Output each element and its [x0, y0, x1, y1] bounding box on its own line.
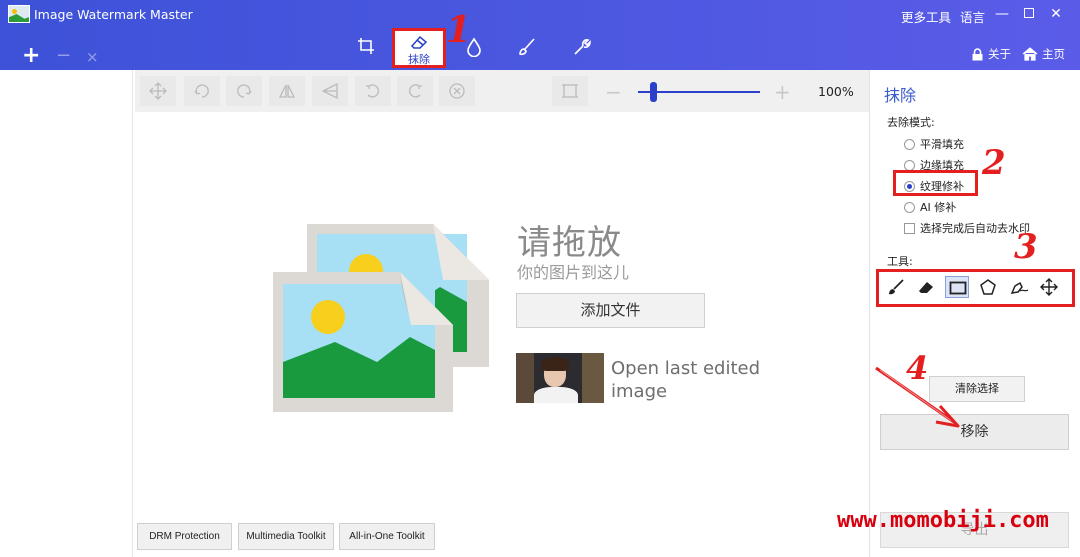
brush-icon: [519, 38, 535, 56]
toolbar-rotate-left-button[interactable]: [184, 76, 220, 106]
crop-icon: [358, 38, 374, 54]
mode-erase[interactable]: 抹除: [392, 28, 446, 68]
about-link[interactable]: 关于: [971, 46, 1011, 62]
lock-icon: [972, 48, 983, 61]
tool-move[interactable]: [1037, 276, 1061, 298]
checkbox-box: [904, 223, 915, 234]
tools-label: 工具:: [887, 255, 913, 268]
radio-dot: [904, 139, 915, 150]
all-in-one-toolkit-button[interactable]: All-in-One Toolkit: [339, 523, 435, 550]
annotation-number-3: 3: [1014, 227, 1038, 267]
toolbar-rotate-right-button[interactable]: [226, 76, 262, 106]
zoom-value: 100%: [818, 84, 854, 99]
remove-mode-label: 去除模式:: [887, 116, 935, 129]
redo-icon: [408, 84, 422, 98]
brush-icon: [889, 279, 904, 295]
home-icon: [1022, 47, 1038, 61]
open-last-edited-link[interactable]: Open last edited image: [611, 357, 761, 403]
cancel-icon: [449, 83, 465, 99]
mode-brush[interactable]: [506, 32, 546, 66]
multimedia-toolkit-button[interactable]: Multimedia Toolkit: [238, 523, 334, 550]
close-button[interactable]: ✕: [1044, 3, 1068, 25]
app-logo-icon: [8, 5, 30, 23]
language-menu[interactable]: 语言: [960, 7, 985, 26]
remove-image-button[interactable]: −: [56, 45, 71, 66]
zoom-out-button[interactable]: −: [605, 80, 622, 104]
toolbar-flip-vertical-button[interactable]: [312, 76, 348, 106]
tool-brush[interactable]: [884, 276, 908, 298]
app-window: Image Watermark Master 更多工具 语言 — ✕ + − ×…: [0, 0, 1080, 557]
drop-subtitle: 你的图片到这儿: [517, 263, 630, 282]
annotation-number-2: 2: [982, 143, 1006, 183]
radio-ai-repair[interactable]: AI 修补: [904, 199, 956, 215]
toolbar-redo-button[interactable]: [397, 76, 433, 106]
home-label: 主页: [1042, 47, 1065, 61]
drm-protection-button[interactable]: DRM Protection: [137, 523, 232, 550]
undo-icon: [366, 84, 380, 98]
mode-erase-label: 抹除: [408, 53, 430, 66]
fit-screen-icon: [562, 84, 578, 98]
annotation-number-4: 4: [906, 349, 929, 387]
mode-watermark[interactable]: [454, 32, 494, 66]
erase-panel: [869, 70, 1080, 557]
auto-remove-checkbox[interactable]: 选择完成后自动去水印: [904, 220, 1030, 236]
radio-smooth-fill[interactable]: 平滑填充: [904, 136, 964, 152]
radio-label: 平滑填充: [920, 138, 964, 151]
tool-eraser[interactable]: [914, 276, 938, 298]
toolbar-move-button[interactable]: [140, 76, 176, 106]
mode-crop[interactable]: [346, 32, 386, 66]
move-icon: [1040, 278, 1058, 296]
image-list-pane: [0, 70, 133, 557]
radio-dot: [904, 202, 915, 213]
minimize-button[interactable]: —: [990, 3, 1014, 25]
radio-label: AI 修补: [920, 201, 957, 214]
site-watermark: www.momobiji.com: [837, 508, 1049, 533]
app-title: Image Watermark Master: [34, 7, 193, 22]
close-image-button[interactable]: ×: [86, 48, 99, 66]
more-tools-menu[interactable]: 更多工具: [901, 7, 951, 26]
move-icon: [149, 82, 167, 100]
mode-tools[interactable]: [561, 32, 601, 66]
eraser-icon: [410, 35, 428, 49]
title-bar: Image Watermark Master 更多工具 语言 — ✕ + − ×…: [0, 0, 1080, 70]
tool-magic-pen[interactable]: [1006, 276, 1030, 298]
drop-title: 请拖放: [517, 223, 622, 263]
drop-area[interactable]: [135, 112, 869, 557]
eraser-icon: [919, 282, 933, 293]
home-link[interactable]: 主页: [1022, 46, 1065, 62]
toolbar-undo-button[interactable]: [355, 76, 391, 106]
images-placeholder-icon: [273, 224, 489, 412]
magic-pen-icon: [1010, 281, 1029, 294]
add-file-button[interactable]: 添加文件: [516, 293, 705, 328]
flip-horizontal-icon: [278, 84, 296, 98]
zoom-slider-thumb[interactable]: [650, 82, 657, 102]
polygon-select-icon: [980, 279, 996, 295]
about-label: 关于: [988, 47, 1011, 61]
rotate-right-icon: [237, 84, 252, 98]
toolbar-flip-horizontal-button[interactable]: [269, 76, 305, 106]
toolbar-cancel-button[interactable]: [439, 76, 475, 106]
drop-icon: [467, 37, 481, 57]
rectangle-select-icon: [949, 281, 967, 295]
annotation-box-2: [893, 170, 978, 196]
last-edited-thumbnail[interactable]: [516, 353, 604, 403]
rotate-left-icon: [194, 84, 209, 98]
tool-polygon-select[interactable]: [976, 276, 1000, 298]
wrench-icon: [574, 39, 591, 55]
flip-vertical-icon: [321, 82, 338, 100]
add-image-button[interactable]: +: [22, 45, 40, 67]
maximize-icon: [1024, 8, 1034, 18]
maximize-button[interactable]: [1017, 3, 1041, 25]
zoom-in-button[interactable]: +: [774, 80, 791, 104]
erase-panel-title: 抹除: [884, 86, 917, 105]
tool-rectangle-select[interactable]: [945, 276, 969, 298]
toolbar-fit-button[interactable]: [552, 76, 588, 106]
